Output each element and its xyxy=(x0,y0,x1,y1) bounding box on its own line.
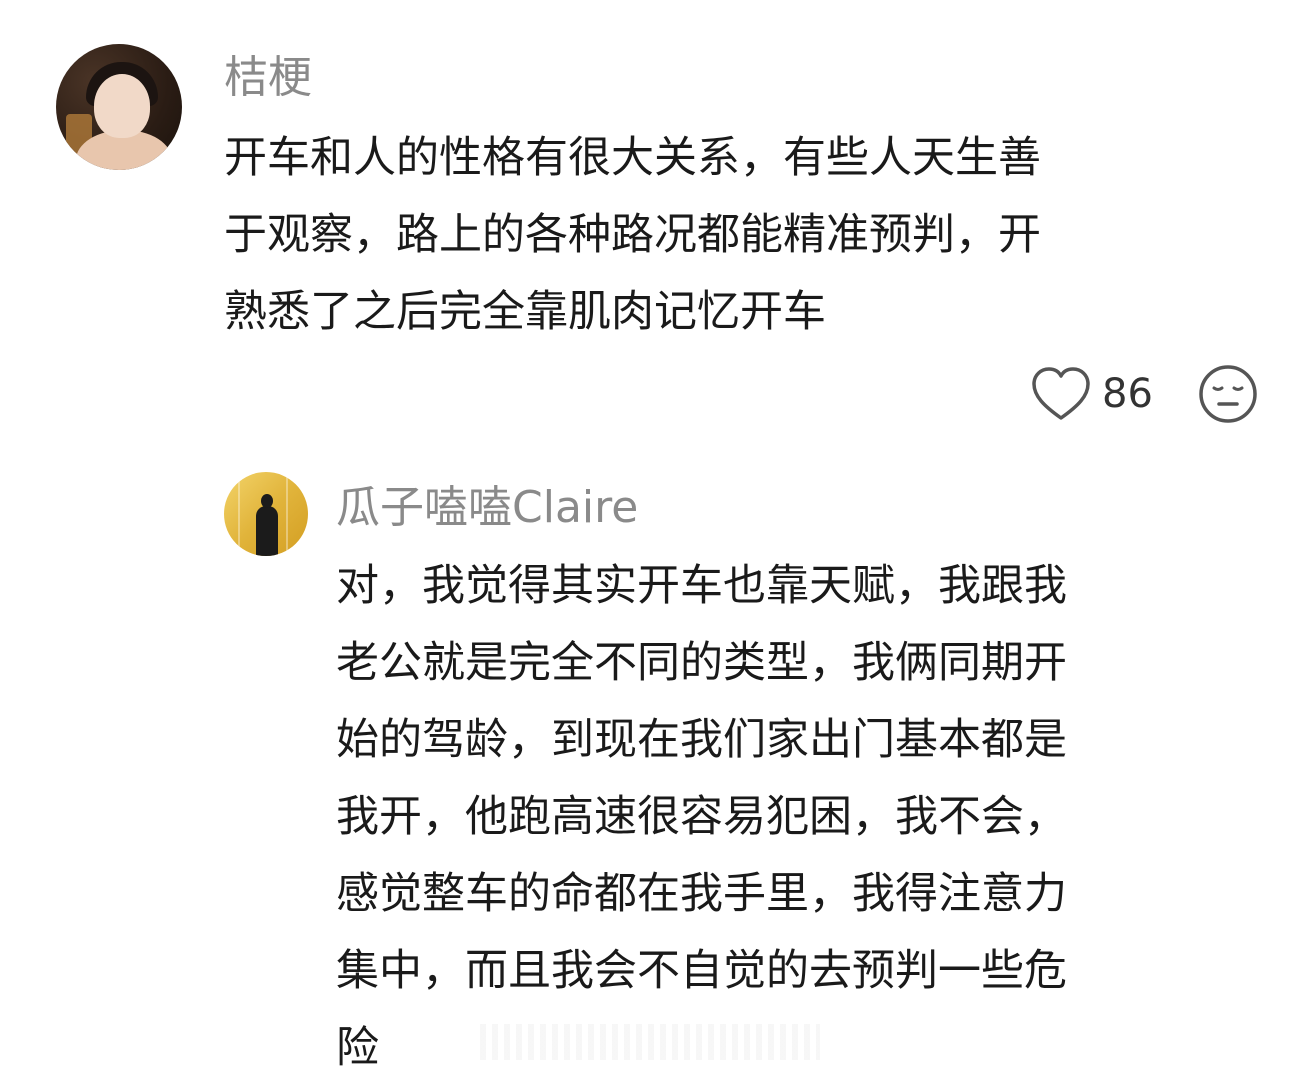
like-count: 86 xyxy=(1102,371,1153,417)
reply-text-line: 集中，而且我会不自觉的去预判一些危 xyxy=(336,946,1067,996)
comment-item: 桔梗 开车和人的性格有很大关系，有些人天生善 于观察，路上的各种路况都能精准预判… xyxy=(0,0,1316,440)
avatar-silhouette-body xyxy=(256,506,278,556)
comment-text: 开车和人的性格有很大关系，有些人天生善 于观察，路上的各种路况都能精准预判，开 … xyxy=(224,120,1184,351)
reply-username[interactable]: 瓜子嗑嗑Claire xyxy=(336,486,638,530)
comment-text-line: 于观察，路上的各种路况都能精准预判，开 xyxy=(224,210,1041,260)
watermark xyxy=(480,1024,820,1060)
avatar-panel-line xyxy=(286,472,288,556)
avatar[interactable] xyxy=(56,44,182,170)
like-button[interactable]: 86 xyxy=(1030,364,1153,424)
reply-text-line: 始的驾龄，到现在我们家出门基本都是 xyxy=(336,715,1067,765)
heart-outline-icon[interactable] xyxy=(1030,366,1092,422)
avatar-silhouette-head xyxy=(261,494,273,508)
reply-text-line: 老公就是完全不同的类型，我俩同期开 xyxy=(336,638,1067,688)
reply-text-line: 感觉整车的命都在我手里，我得注意力 xyxy=(336,869,1067,919)
reply-text-line: 对，我觉得其实开车也靠天赋，我跟我 xyxy=(336,561,1067,611)
reply-text-line: 我开，他跑高速很容易犯困，我不会， xyxy=(336,792,1067,842)
avatar[interactable] xyxy=(224,472,308,556)
reply-text: 对，我觉得其实开车也靠天赋，我跟我 老公就是完全不同的类型，我俩同期开 始的驾龄… xyxy=(336,548,1196,1087)
comment-username[interactable]: 桔梗 xyxy=(224,56,312,100)
expressionless-face-icon[interactable] xyxy=(1198,364,1258,424)
comment-text-line: 熟悉了之后完全靠肌肉记忆开车 xyxy=(224,287,826,337)
avatar-panel-line xyxy=(238,472,240,556)
avatar-face xyxy=(94,74,150,138)
comment-text-line: 开车和人的性格有很大关系，有些人天生善 xyxy=(224,133,1041,183)
